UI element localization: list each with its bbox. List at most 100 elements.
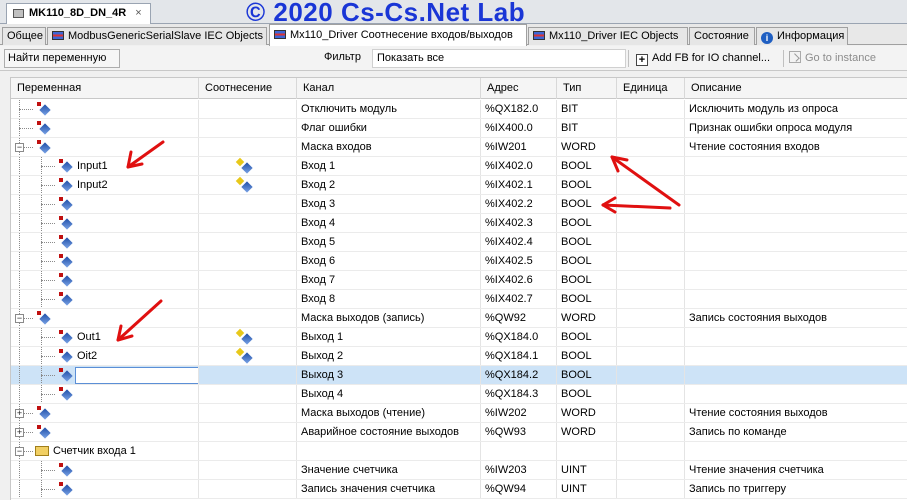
table-row[interactable]: Out1 Выход 1 %QX184.0 BOOL [11, 328, 907, 347]
close-icon[interactable]: × [135, 4, 141, 23]
variable-cell[interactable] [11, 233, 199, 251]
address-cell: %IX402.7 [481, 290, 557, 308]
variable-cell[interactable]: − Счетчик входа 1 [11, 442, 199, 460]
variable-label: Счетчик входа 1 [53, 445, 136, 457]
go-to-instance-button[interactable]: Go to instance [789, 50, 876, 68]
variable-cell[interactable] [11, 195, 199, 213]
variable-cell[interactable] [11, 480, 199, 498]
table-row[interactable]: + Аварийное состояние выходов %QW93 WORD Зап… [11, 423, 907, 442]
variable-cell[interactable]: − [11, 309, 199, 327]
io-variable-icon [59, 254, 73, 268]
variable-edit-field[interactable] [75, 367, 198, 384]
io-map-icon [274, 30, 286, 39]
tab-status[interactable]: Состояние [689, 27, 755, 45]
mapping-cell[interactable] [199, 157, 297, 175]
column-header-address[interactable]: Адрес [481, 78, 557, 99]
table-row[interactable]: Input1 Вход 1 %IX402.0 BOOL [11, 157, 907, 176]
mapping-cell[interactable] [199, 442, 297, 460]
table-row[interactable]: Флаг ошибки %IX400.0 BIT Признак ошибки опр… [11, 119, 907, 138]
variable-cell[interactable]: Out1 [11, 328, 199, 346]
variable-cell[interactable] [11, 271, 199, 289]
mapping-cell[interactable] [199, 385, 297, 403]
mapping-cell[interactable] [199, 309, 297, 327]
mapping-cell[interactable] [199, 252, 297, 270]
table-row[interactable]: Вход 6 %IX402.5 BOOL [11, 252, 907, 271]
table-row[interactable]: Выход 3 %QX184.2 BOOL [11, 366, 907, 385]
column-header-variable[interactable]: Переменная [11, 78, 199, 99]
unit-cell [617, 271, 685, 289]
mapping-cell[interactable] [199, 195, 297, 213]
column-header-type[interactable]: Тип [557, 78, 617, 99]
variable-cell[interactable]: − [11, 138, 199, 156]
variable-cell[interactable] [11, 461, 199, 479]
tab-information[interactable]: i Информация [756, 27, 848, 45]
variable-cell[interactable] [11, 214, 199, 232]
io-variable-icon [59, 330, 73, 344]
variable-cell[interactable]: Input1 [11, 157, 199, 175]
mapping-cell[interactable] [199, 100, 297, 118]
table-row[interactable]: Вход 3 %IX402.2 BOOL [11, 195, 907, 214]
mapping-cell[interactable] [199, 119, 297, 137]
find-variable-button[interactable]: Найти переменную [4, 49, 120, 68]
mapping-cell[interactable] [199, 366, 297, 384]
tab-io-mapping[interactable]: Mx110_Driver Соотнесение входов/выходов [269, 24, 527, 46]
tree-line [41, 280, 55, 281]
table-row[interactable]: Вход 5 %IX402.4 BOOL [11, 233, 907, 252]
table-row[interactable]: Вход 4 %IX402.3 BOOL [11, 214, 907, 233]
collapse-icon[interactable]: − [15, 314, 24, 323]
collapse-icon[interactable]: − [15, 143, 24, 152]
variable-cell[interactable]: Oit2 [11, 347, 199, 365]
column-header-channel[interactable]: Канал [297, 78, 481, 99]
expand-icon[interactable]: + [15, 409, 24, 418]
address-cell [481, 442, 557, 460]
table-row[interactable]: Выход 4 %QX184.3 BOOL [11, 385, 907, 404]
mapping-cell[interactable] [199, 290, 297, 308]
io-map-icon [52, 31, 64, 40]
table-row[interactable]: + Маска выходов (чтение) %IW202 WORD Чтение … [11, 404, 907, 423]
variable-cell[interactable]: + [11, 404, 199, 422]
mapping-cell[interactable] [199, 480, 297, 498]
variable-cell[interactable] [11, 385, 199, 403]
mapping-cell[interactable] [199, 214, 297, 232]
variable-cell[interactable] [11, 119, 199, 137]
variable-cell[interactable] [11, 100, 199, 118]
table-row[interactable]: Вход 8 %IX402.7 BOOL [11, 290, 907, 309]
mapping-cell[interactable] [199, 233, 297, 251]
column-header-description[interactable]: Описание [685, 78, 907, 99]
table-row[interactable]: Вход 7 %IX402.6 BOOL [11, 271, 907, 290]
mapping-cell[interactable] [199, 461, 297, 479]
variable-cell[interactable] [11, 290, 199, 308]
column-header-unit[interactable]: Единица [617, 78, 685, 99]
mapping-cell[interactable] [199, 347, 297, 365]
tab-modbus-iec-objects[interactable]: ModbusGenericSerialSlave IEC Objects [47, 27, 267, 45]
table-row[interactable]: Запись значения счетчика %QW94 UINT Запись … [11, 480, 907, 499]
add-fb-button[interactable]: + Add FB for IO channel... [636, 50, 770, 68]
document-tab[interactable]: MK110_8D_DN_4R × [6, 3, 151, 24]
variable-cell[interactable]: Input2 [11, 176, 199, 194]
table-row[interactable]: Input2 Вход 2 %IX402.1 BOOL [11, 176, 907, 195]
table-row[interactable]: − Маска входов %IW201 WORD Чтение состояния … [11, 138, 907, 157]
variable-cell[interactable] [11, 252, 199, 270]
table-row[interactable]: Отключить модуль %QX182.0 BIT Исключить мод… [11, 100, 907, 119]
table-row[interactable]: − Маска выходов (запись) %QW92 WORD Запись с… [11, 309, 907, 328]
tab-driver-iec-objects[interactable]: Mx110_Driver IEC Objects [528, 27, 688, 45]
table-row[interactable]: Значение счетчика %IW203 UINT Чтение значен… [11, 461, 907, 480]
tree-line [41, 337, 55, 338]
mapping-cell[interactable] [199, 271, 297, 289]
tab-general[interactable]: Общее [2, 27, 46, 45]
filter-select[interactable]: Показать все [372, 49, 626, 68]
variable-cell[interactable]: + [11, 423, 199, 441]
table-row[interactable]: − Счетчик входа 1 [11, 442, 907, 461]
description-cell [685, 214, 907, 232]
mapping-cell[interactable] [199, 423, 297, 441]
table-row[interactable]: Oit2 Выход 2 %QX184.1 BOOL [11, 347, 907, 366]
device-icon [13, 9, 24, 18]
column-header-mapping[interactable]: Соотнесение [199, 78, 297, 99]
expand-icon[interactable]: + [15, 428, 24, 437]
variable-cell[interactable] [11, 366, 199, 384]
mapping-cell[interactable] [199, 328, 297, 346]
mapping-cell[interactable] [199, 138, 297, 156]
mapping-cell[interactable] [199, 404, 297, 422]
mapping-cell[interactable] [199, 176, 297, 194]
collapse-icon[interactable]: − [15, 447, 24, 456]
